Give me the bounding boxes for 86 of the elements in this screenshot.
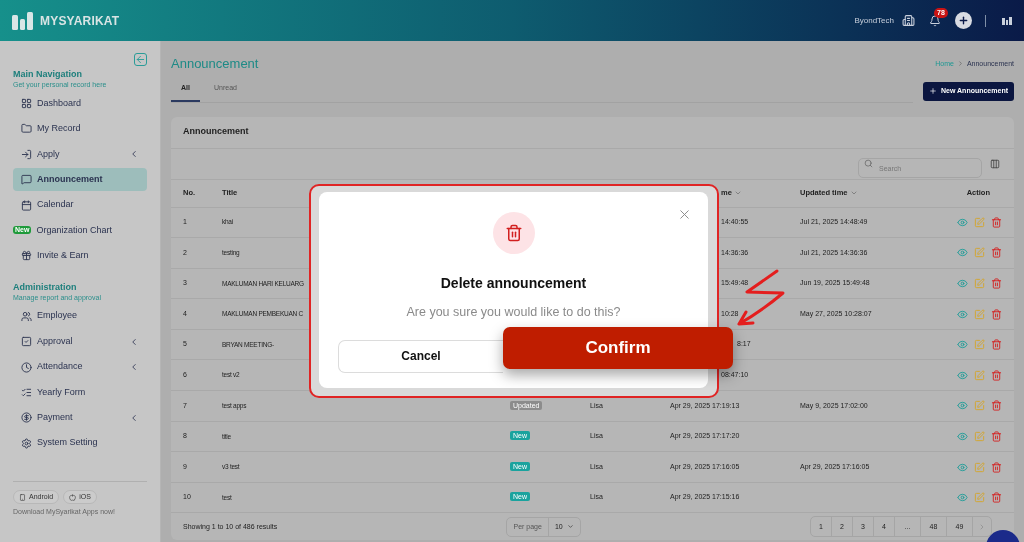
checkbox-icon bbox=[21, 336, 32, 348]
sidebar-item[interactable]: Calendar bbox=[13, 193, 147, 217]
view-icon[interactable] bbox=[957, 461, 968, 473]
view-icon[interactable] bbox=[957, 339, 968, 351]
delete-icon[interactable] bbox=[991, 308, 1002, 320]
view-icon[interactable] bbox=[957, 278, 968, 289]
page-title: Announcement bbox=[171, 55, 259, 73]
edit-icon[interactable] bbox=[974, 430, 985, 442]
delete-icon[interactable] bbox=[991, 400, 1002, 412]
edit-icon[interactable] bbox=[974, 247, 985, 259]
view-icon[interactable] bbox=[957, 430, 968, 442]
sidebar-item[interactable]: Yearly Form bbox=[13, 380, 147, 404]
sidebar-item[interactable]: Payment bbox=[13, 406, 147, 430]
sort-icon[interactable] bbox=[849, 189, 858, 197]
sidebar-item[interactable]: Dashboard bbox=[13, 92, 147, 115]
view-icon[interactable] bbox=[957, 369, 968, 381]
brand-name: MYSYARIKAT bbox=[40, 12, 120, 30]
delete-icon[interactable] bbox=[991, 339, 1002, 351]
edit-icon[interactable] bbox=[974, 339, 985, 351]
grid-icon bbox=[21, 98, 32, 109]
settings-icon bbox=[21, 437, 32, 449]
chevron-icon bbox=[129, 149, 139, 160]
edit-icon[interactable] bbox=[974, 400, 985, 412]
breadcrumb-separator-icon bbox=[956, 60, 964, 68]
chevron-icon bbox=[129, 362, 139, 372]
delete-icon[interactable] bbox=[991, 369, 1002, 381]
view-icon[interactable] bbox=[957, 400, 968, 412]
phone-icon bbox=[19, 493, 26, 501]
edit-icon[interactable] bbox=[974, 216, 985, 228]
gift-icon bbox=[21, 250, 32, 262]
cancel-button[interactable]: Cancel bbox=[338, 339, 503, 373]
sidebar-item[interactable]: Employee bbox=[13, 304, 147, 328]
sidebar-item[interactable]: Approval bbox=[13, 330, 147, 354]
sort-icon[interactable] bbox=[733, 189, 742, 197]
bell-icon[interactable] bbox=[929, 14, 941, 27]
trash-icon bbox=[492, 212, 535, 254]
view-icon[interactable] bbox=[957, 247, 968, 259]
apple-icon bbox=[69, 493, 77, 501]
delete-icon[interactable] bbox=[991, 216, 1002, 228]
chevron-down-icon bbox=[566, 523, 574, 531]
login-icon bbox=[21, 148, 32, 160]
sidebar-item[interactable]: System Setting bbox=[13, 431, 147, 455]
view-icon[interactable] bbox=[957, 216, 968, 228]
sidebar-item[interactable]: Apply bbox=[13, 142, 147, 166]
clock-icon bbox=[21, 361, 32, 373]
view-icon[interactable] bbox=[957, 308, 968, 320]
building-icon[interactable] bbox=[902, 14, 915, 27]
chevron-right-icon bbox=[978, 522, 986, 531]
columns-icon[interactable] bbox=[990, 158, 1000, 169]
edit-icon[interactable] bbox=[974, 492, 985, 504]
sidebar-item[interactable]: Announcement bbox=[13, 168, 147, 192]
chevron-icon bbox=[129, 412, 139, 423]
sidebar-item[interactable]: Invite & Earn bbox=[13, 244, 147, 268]
edit-icon[interactable] bbox=[974, 369, 985, 381]
search-icon bbox=[864, 159, 873, 168]
confirm-button[interactable]: Confirm bbox=[503, 327, 733, 369]
sidebar-item[interactable]: Attendance bbox=[13, 355, 147, 379]
delete-icon[interactable] bbox=[991, 461, 1002, 473]
chevron-icon bbox=[129, 336, 139, 347]
collapse-icon[interactable] bbox=[134, 53, 147, 66]
folder-icon bbox=[21, 123, 32, 135]
delete-icon[interactable] bbox=[991, 247, 1002, 259]
section-title: Administration bbox=[13, 281, 78, 293]
logo-icon bbox=[12, 11, 34, 30]
delete-icon[interactable] bbox=[991, 492, 1002, 504]
edit-icon[interactable] bbox=[974, 278, 985, 289]
message-icon bbox=[21, 174, 32, 186]
dialog-title: Delete announcement bbox=[440, 274, 587, 293]
edit-icon[interactable] bbox=[974, 308, 985, 320]
delete-icon[interactable] bbox=[991, 430, 1002, 442]
section-title: Main Navigation bbox=[13, 69, 83, 80]
card-title: Announcement bbox=[183, 125, 249, 139]
calendar-icon bbox=[21, 199, 32, 211]
dollar-icon bbox=[21, 412, 32, 424]
dialog-message: Are you sure you would like to do this? bbox=[406, 304, 621, 321]
company-name: ByondTech bbox=[854, 14, 894, 27]
list-icon bbox=[21, 386, 32, 398]
view-icon[interactable] bbox=[957, 492, 968, 504]
plus-icon bbox=[958, 15, 969, 26]
users-icon bbox=[21, 310, 32, 322]
delete-icon[interactable] bbox=[991, 278, 1002, 289]
add-button[interactable] bbox=[955, 12, 972, 29]
sidebar-item[interactable]: My Record bbox=[13, 117, 147, 141]
close-icon[interactable] bbox=[677, 207, 692, 222]
plus-icon bbox=[928, 87, 937, 95]
edit-icon[interactable] bbox=[974, 461, 985, 473]
